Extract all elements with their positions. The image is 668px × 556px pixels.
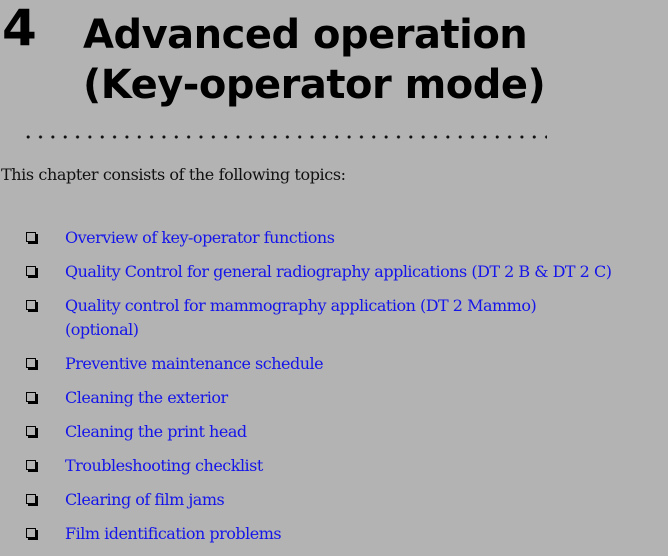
chapter-number: 4: [2, 0, 37, 57]
checkbox-icon: [26, 426, 36, 436]
topic-item[interactable]: Overview of key-operator functions: [0, 226, 668, 250]
topic-item[interactable]: Troubleshooting checklist: [0, 454, 668, 478]
topic-item[interactable]: Cleaning the print head: [0, 420, 668, 444]
dotted-divider: [22, 131, 547, 143]
topic-link[interactable]: Clearing of film jams: [65, 490, 225, 509]
topic-link[interactable]: Cleaning the exterior: [65, 388, 228, 407]
checkbox-icon: [26, 494, 36, 504]
topic-item[interactable]: Preventive maintenance schedule: [0, 352, 668, 376]
topic-list: Overview of key-operator functions Quali…: [0, 226, 668, 556]
topic-link[interactable]: Overview of key-operator functions: [65, 228, 335, 247]
topic-link[interactable]: Cleaning the print head: [65, 422, 247, 441]
checkbox-icon: [26, 232, 36, 242]
topic-item[interactable]: Quality Control for general radiography …: [0, 260, 668, 284]
checkbox-icon: [26, 460, 36, 470]
chapter-title-line2: (Key-operator mode): [83, 62, 546, 108]
topic-link[interactable]: Quality Control for general radiography …: [65, 262, 612, 281]
topic-link[interactable]: Troubleshooting checklist: [65, 456, 263, 475]
intro-text: This chapter consists of the following t…: [1, 165, 346, 184]
checkbox-icon: [26, 392, 36, 402]
checkbox-icon: [26, 266, 36, 276]
topic-link[interactable]: Quality control for mammography applicat…: [65, 296, 537, 339]
checkbox-icon: [26, 358, 36, 368]
topic-item[interactable]: Quality control for mammography applicat…: [0, 294, 605, 342]
topic-item[interactable]: Clearing of film jams: [0, 488, 668, 512]
topic-link[interactable]: Preventive maintenance schedule: [65, 354, 324, 373]
checkbox-icon: [26, 300, 36, 310]
topic-item[interactable]: Cleaning the exterior: [0, 386, 668, 410]
topic-item[interactable]: Film identification problems: [0, 522, 668, 546]
chapter-title: Advanced operation (Key-operator mode): [83, 10, 546, 110]
chapter-title-line1: Advanced operation: [83, 12, 528, 58]
topic-link[interactable]: Film identification problems: [65, 524, 282, 543]
checkbox-icon: [26, 528, 36, 538]
